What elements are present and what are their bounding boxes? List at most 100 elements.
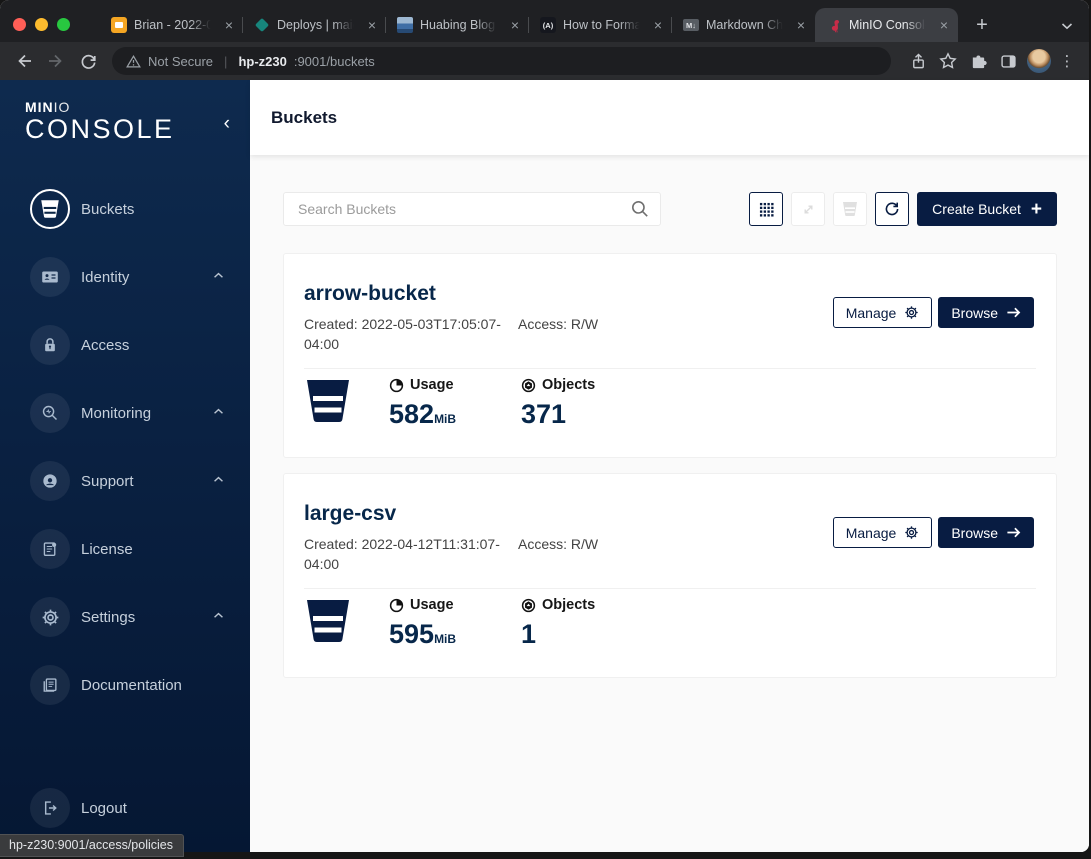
page-title: Buckets	[271, 107, 338, 127]
objects-metric: Objects 1	[521, 597, 616, 648]
create-bucket-label: Create Bucket	[932, 201, 1021, 217]
objects-value: 1	[521, 619, 537, 649]
tab-deploys[interactable]: Deploys | maid	[242, 8, 386, 42]
browser-menu-icon[interactable]	[1057, 48, 1077, 74]
objects-value: 371	[521, 399, 567, 429]
page-header: Buckets	[250, 80, 1089, 155]
gear-icon	[30, 597, 70, 638]
share-icon[interactable]	[905, 48, 931, 74]
close-icon[interactable]	[793, 17, 809, 33]
manage-button[interactable]: Manage	[832, 517, 933, 548]
bucket-created: Created: 2022-05-03T17:05:07- 04:00	[304, 314, 518, 354]
sidebar-item-label: Support	[81, 472, 134, 490]
sidebar-item-support[interactable]: Support	[0, 447, 250, 515]
bucket-icon	[304, 377, 352, 425]
bookmark-star-icon[interactable]	[935, 48, 961, 74]
browse-button[interactable]: Browse	[938, 297, 1034, 328]
tab-search-chevron-icon[interactable]	[1061, 22, 1073, 30]
tab-title: Brian - 2022-0	[134, 18, 214, 32]
side-panel-icon[interactable]	[995, 48, 1021, 74]
browse-button[interactable]: Browse	[938, 517, 1034, 548]
search-input[interactable]	[283, 192, 661, 226]
usage-unit: MiB	[434, 632, 457, 646]
close-icon[interactable]	[650, 17, 666, 33]
back-button[interactable]	[10, 47, 38, 75]
sidebar-collapse-icon[interactable]	[224, 114, 230, 133]
forward-button[interactable]	[42, 47, 70, 75]
sidebar-item-label: Logout	[81, 799, 127, 817]
bucket-icon	[30, 189, 70, 230]
objects-label: Objects	[542, 597, 596, 613]
tab-title: Huabing Blog |	[420, 18, 500, 32]
tab-markdown[interactable]: Markdown Che	[671, 8, 815, 42]
new-tab-button[interactable]	[968, 11, 996, 39]
tab-brian[interactable]: Brian - 2022-0	[100, 8, 243, 42]
address-bar[interactable]: Not Secure | hp-z230 :9001/buckets	[112, 47, 891, 75]
search-icon	[630, 199, 650, 219]
security-label: Not Secure	[148, 53, 214, 69]
magnifier-icon	[30, 393, 70, 434]
sidebar-item-documentation[interactable]: Documentation	[0, 651, 250, 719]
sidebar-item-license[interactable]: License	[0, 515, 250, 583]
divider	[304, 588, 1036, 589]
manage-button[interactable]: Manage	[832, 297, 933, 328]
sidebar-item-monitoring[interactable]: Monitoring	[0, 379, 250, 447]
chevron-up-icon[interactable]	[213, 612, 224, 619]
chevron-up-icon[interactable]	[213, 408, 224, 415]
bucket-access: Access: R/W	[518, 536, 599, 552]
usage-unit: MiB	[434, 412, 457, 426]
minimize-window-button[interactable]	[35, 18, 48, 31]
sidebar-item-settings[interactable]: Settings	[0, 583, 250, 651]
refresh-button[interactable]	[875, 192, 910, 226]
tab-how-to-format[interactable]: How to Forma	[528, 8, 672, 42]
close-icon[interactable]	[507, 17, 523, 33]
logo-min: MIN	[25, 99, 54, 115]
extensions-puzzle-icon[interactable]	[965, 48, 991, 74]
plus-icon	[1031, 200, 1042, 219]
gear-icon	[904, 305, 919, 320]
sidebar-item-buckets[interactable]: Buckets	[0, 175, 250, 243]
sidebar-item-label: Access	[81, 336, 130, 354]
browse-label: Browse	[951, 304, 998, 321]
sidebar-item-label: Buckets	[81, 200, 135, 218]
reload-button[interactable]	[74, 47, 102, 75]
close-window-button[interactable]	[13, 18, 26, 31]
created-line2: 04:00	[304, 556, 340, 572]
objects-icon	[521, 378, 536, 393]
close-icon[interactable]	[364, 17, 380, 33]
usage-label: Usage	[410, 597, 454, 613]
tab-minio-console[interactable]: MinIO Console	[815, 8, 958, 42]
flamingo-icon	[826, 17, 842, 33]
zoom-window-button[interactable]	[57, 18, 70, 31]
sidebar-item-access[interactable]: Access	[0, 311, 250, 379]
sidebar-item-label: License	[81, 540, 133, 558]
tab-title: Markdown Che	[706, 18, 786, 32]
manage-label: Manage	[845, 304, 897, 321]
created-line1: Created: 2022-05-03T17:05:07-	[304, 316, 501, 332]
usage-pie-icon	[389, 378, 404, 393]
divider	[304, 368, 1036, 369]
sidebar-item-label: Documentation	[81, 676, 182, 694]
objects-metric: Objects 371	[521, 377, 616, 428]
grid-view-button[interactable]	[749, 192, 784, 226]
url-host: hp-z230	[238, 53, 287, 69]
arrow-right-icon	[1006, 525, 1021, 540]
close-icon[interactable]	[221, 17, 237, 33]
avatar[interactable]	[1027, 49, 1051, 73]
bucket-card: large-csv Created: 2022-04-12T11:31:07- …	[283, 473, 1057, 678]
window-controls	[13, 18, 70, 31]
chevron-up-icon[interactable]	[213, 476, 224, 483]
usage-metric: Usage 582MiB	[389, 377, 484, 428]
objects-icon	[521, 598, 536, 613]
sidebar-item-identity[interactable]: Identity	[0, 243, 250, 311]
close-icon[interactable]	[936, 17, 952, 33]
usage-value: 595	[389, 619, 435, 649]
sidebar-item-logout[interactable]: Logout	[0, 774, 280, 842]
tab-huabing-blog[interactable]: Huabing Blog |	[385, 8, 529, 42]
create-bucket-button[interactable]: Create Bucket	[917, 192, 1057, 226]
usage-pie-icon	[389, 598, 404, 613]
chevron-up-icon[interactable]	[213, 272, 224, 279]
photo-icon	[397, 17, 413, 33]
main-panel: Buckets Search Buckets Create Bucket + a…	[250, 80, 1089, 852]
diamond-icon	[254, 17, 270, 33]
